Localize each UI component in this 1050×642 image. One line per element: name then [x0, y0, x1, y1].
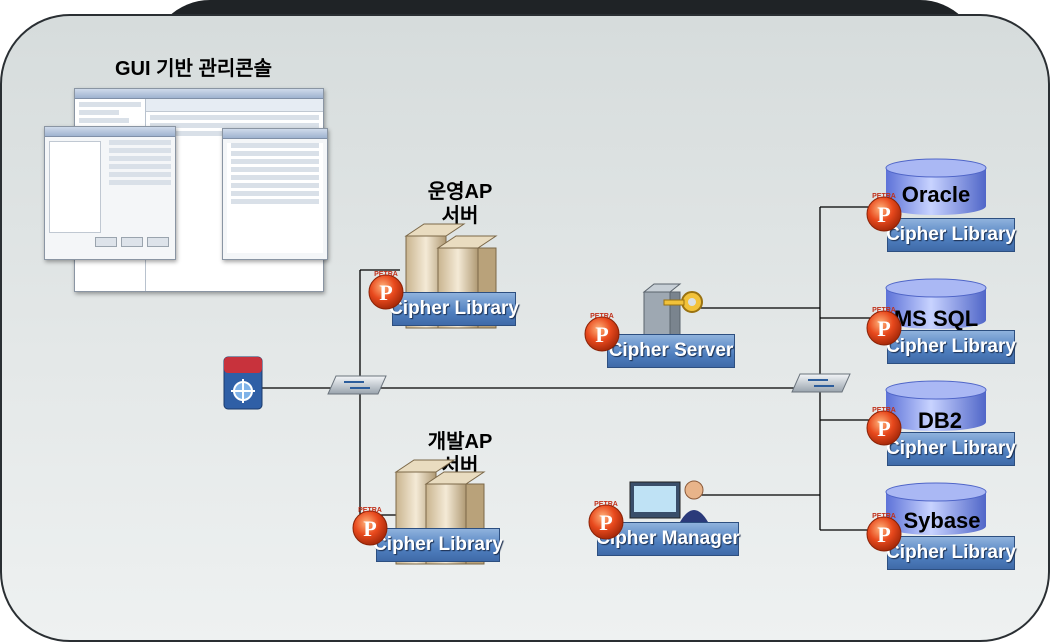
svg-text:P: P [877, 522, 890, 547]
svg-text:PETRA: PETRA [872, 307, 896, 314]
petra-badge-icon: P PETRA [864, 512, 904, 557]
prod-ap-line1: 운영AP [427, 181, 493, 203]
petra-badge-icon: P PETRA [366, 270, 406, 315]
db-sybase-cipher-library: Cipher Library [886, 536, 1016, 570]
petra-badge-icon: P PETRA [864, 192, 904, 237]
prod-cipher-library: Cipher Library [389, 292, 519, 326]
manager-pc-icon [629, 480, 708, 522]
svg-text:P: P [379, 280, 392, 305]
prod-ap-label: 운영AP 서버 [420, 180, 500, 228]
dev-cipher-library: Cipher Library [373, 528, 503, 562]
svg-text:P: P [599, 510, 612, 535]
switch-icon-right [791, 373, 851, 393]
petra-badge-icon: P PETRA [350, 506, 390, 551]
svg-text:PETRA: PETRA [590, 313, 614, 320]
db-mssql-cipher-library: Cipher Library [886, 330, 1016, 364]
petra-badge-icon: P PETRA [582, 312, 622, 357]
petra-badge-icon: P PETRA [864, 406, 904, 451]
svg-text:PETRA: PETRA [872, 193, 896, 200]
key-server-icon [642, 283, 703, 337]
svg-text:PETRA: PETRA [374, 271, 398, 278]
svg-text:P: P [595, 322, 608, 347]
svg-text:PETRA: PETRA [872, 407, 896, 414]
cipher-server-label: Cipher Server [607, 334, 735, 368]
petra-badge-icon: P PETRA [586, 500, 626, 545]
svg-text:PETRA: PETRA [358, 507, 382, 514]
db-db2-cipher-library: Cipher Library [886, 432, 1016, 466]
svg-text:P: P [877, 316, 890, 341]
svg-text:PETRA: PETRA [594, 501, 618, 508]
svg-text:PETRA: PETRA [872, 513, 896, 520]
svg-text:P: P [877, 202, 890, 227]
svg-text:P: P [877, 416, 890, 441]
petra-badge-icon: P PETRA [864, 306, 904, 351]
svg-text:P: P [363, 516, 376, 541]
db-oracle-cipher-library: Cipher Library [886, 218, 1016, 252]
dev-ap-line1: 개발AP [427, 431, 493, 453]
router-icon [223, 356, 263, 410]
switch-icon-left [327, 375, 387, 395]
